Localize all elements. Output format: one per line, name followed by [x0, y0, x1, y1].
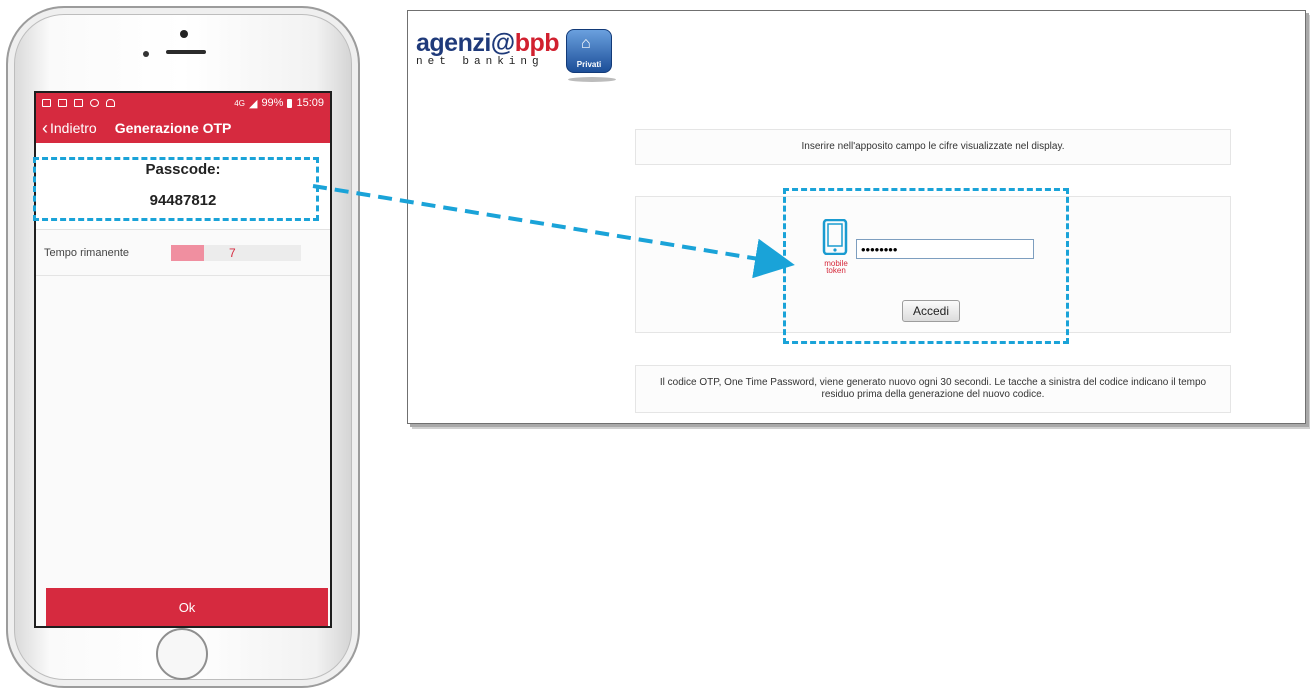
signal-icon: 4G	[234, 98, 245, 108]
phone-screen: 4G ◢ 99% 15:09 ‹ Indietro Generazione OT…	[34, 91, 332, 628]
bank-logo: agenzi@bpb net banking	[416, 29, 560, 68]
notification-icon	[58, 99, 67, 107]
cloud-icon	[106, 99, 115, 107]
browser-window: agenzi@bpb net banking ⌂ Privati Inserir…	[407, 10, 1306, 424]
signal-bars-icon: ◢	[248, 97, 258, 110]
notification-icon	[42, 99, 51, 107]
passcode-panel: Passcode: 94487812	[36, 143, 330, 230]
otp-note-box: Il codice OTP, One Time Password, viene …	[635, 365, 1231, 413]
passcode-label: Passcode:	[145, 161, 221, 178]
otp-password-field[interactable]	[856, 239, 1034, 259]
speaker-grille	[166, 50, 206, 54]
sensor-dot	[143, 51, 149, 57]
timer-progress-bar: 7	[171, 244, 301, 261]
back-chevron-icon: ‹	[42, 118, 48, 138]
passcode-value: 94487812	[149, 192, 217, 209]
logo-part2: bpb	[514, 29, 560, 57]
otp-note-text: Il codice OTP, One Time Password, viene …	[659, 377, 1207, 400]
badge-shadow	[568, 77, 616, 82]
timer-label: Tempo rimanente	[44, 246, 129, 259]
timer-seconds: 7	[229, 245, 236, 260]
home-button[interactable]	[156, 628, 208, 680]
back-label: Indietro	[50, 120, 97, 136]
notification-icon	[74, 99, 83, 107]
notification-icons	[42, 99, 115, 107]
timer-progress-fill	[171, 244, 204, 261]
logo-wordmark: agenzi@bpb	[416, 29, 560, 58]
battery-text: 99%	[261, 97, 284, 109]
status-bar: 4G ◢ 99% 15:09	[36, 93, 330, 113]
app-header: ‹ Indietro Generazione OTP	[36, 113, 330, 143]
timer-row: Tempo rimanente 7	[36, 230, 330, 276]
clock: 15:09	[296, 97, 324, 109]
notification-icon	[90, 99, 99, 107]
otp-login-panel: mobile token Accedi	[635, 196, 1231, 333]
home-icon: ⌂	[581, 35, 591, 52]
back-button[interactable]: ‹ Indietro	[42, 118, 97, 138]
battery-icon	[287, 98, 293, 108]
accedi-button[interactable]: Accedi	[902, 300, 960, 322]
page-title: Generazione OTP	[114, 120, 232, 136]
privati-home-button[interactable]: ⌂ Privati	[566, 29, 612, 73]
mobile-token-icon	[822, 219, 848, 255]
logo-subtitle: net banking	[416, 56, 544, 68]
smartphone-mockup: 4G ◢ 99% 15:09 ‹ Indietro Generazione OT…	[6, 6, 360, 688]
privati-label: Privati	[576, 60, 602, 69]
logo-part1: agenzi@	[416, 29, 515, 57]
instruction-box: Inserire nell'apposito campo le cifre vi…	[635, 129, 1231, 165]
camera-icon	[180, 30, 188, 38]
ok-button[interactable]: Ok	[46, 588, 328, 626]
token-label: mobile token	[824, 259, 848, 275]
